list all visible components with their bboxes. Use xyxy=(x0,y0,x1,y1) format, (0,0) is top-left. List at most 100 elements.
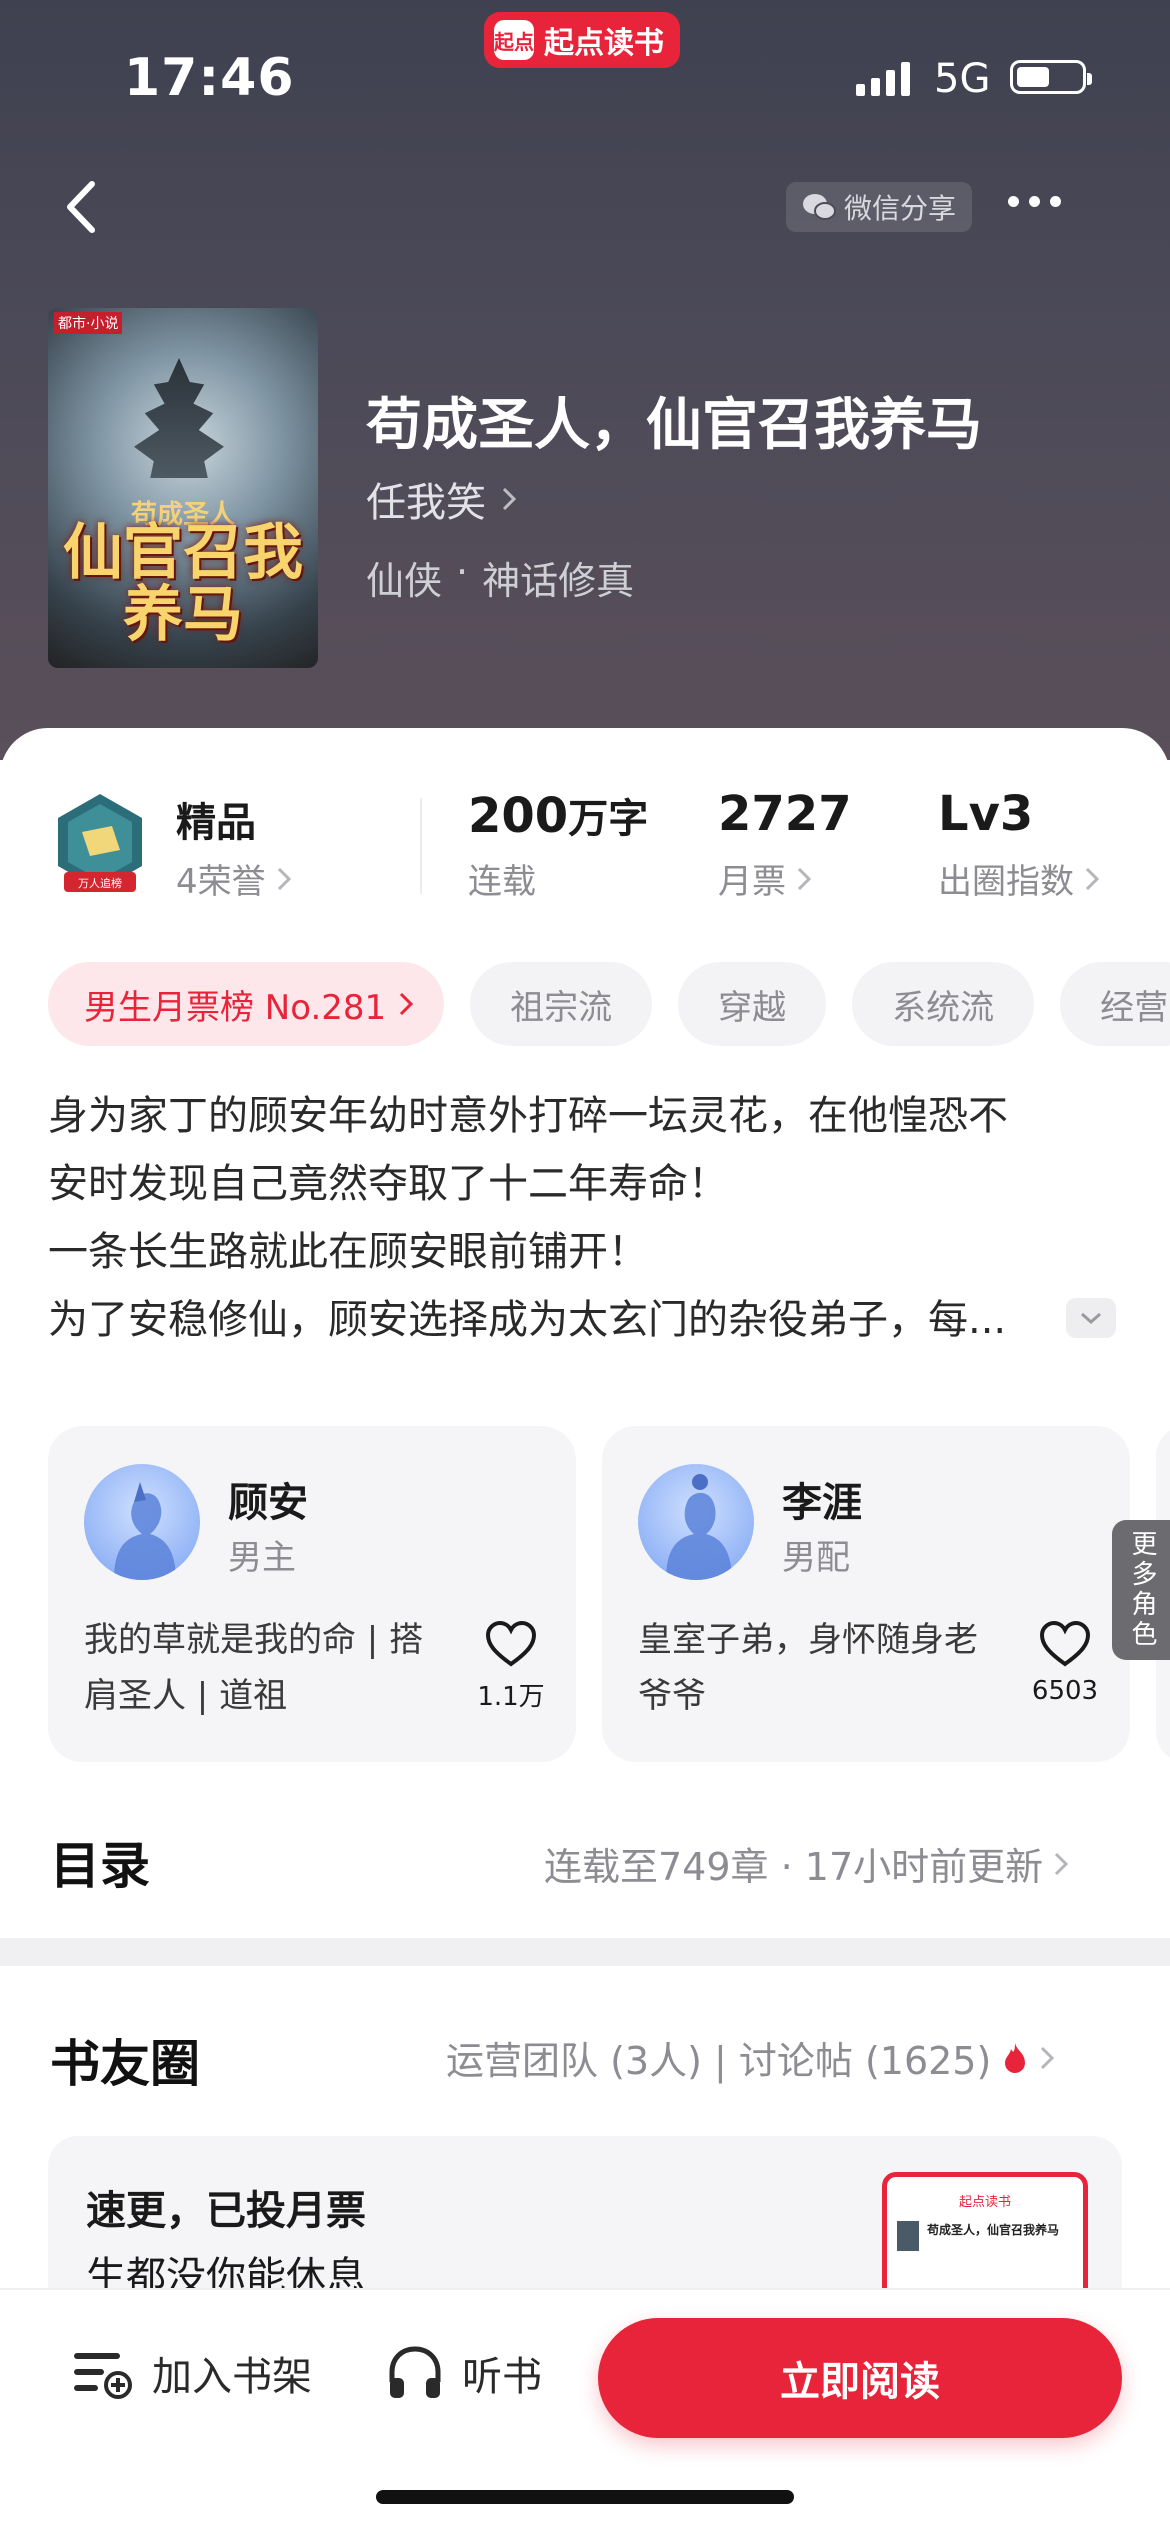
tag-row[interactable]: 男生月票榜 No.281 祖宗流 穿越 系统流 经营 xyxy=(48,962,1170,1046)
more-roles-label: 更多角色 xyxy=(1127,1530,1157,1650)
community-link[interactable]: 运营团队 (3人) | 讨论帖 (1625) xyxy=(446,2030,1055,2085)
word-count: 200万字 xyxy=(468,786,648,844)
circle-index-value: Lv3 xyxy=(938,786,1034,842)
divider xyxy=(420,798,422,894)
heart-icon xyxy=(485,1620,537,1667)
character-desc: 我的草就是我的命 | 搭肩圣人 | 道祖 xyxy=(84,1620,424,1716)
chevron-right-icon xyxy=(277,867,291,890)
avatar xyxy=(84,1464,200,1580)
monthly-votes[interactable]: 2727 xyxy=(718,786,852,842)
add-to-shelf-button[interactable]: 加入书架 xyxy=(70,2344,312,2402)
synopsis[interactable]: 身为家丁的顾安年幼时意外打碎一坛灵花，在他惶恐不 安时发现自己竟然夺取了十二年寿… xyxy=(48,1082,1128,1354)
like-button[interactable]: 1.1万 xyxy=(476,1620,546,1713)
honors-link[interactable]: 4荣誉 xyxy=(176,854,292,903)
catalog-meta: 连载至749章 · 17小时前更新 xyxy=(544,1845,1044,1889)
app-logo-icon: 起点 xyxy=(494,20,534,60)
tag-chip[interactable]: 经营 xyxy=(1060,962,1170,1046)
section-divider xyxy=(0,1938,1170,1966)
share-label: 微信分享 xyxy=(843,192,956,225)
thumb-book-title: 苟成圣人，仙官召我养马 xyxy=(927,2223,1060,2237)
cover-title-large: 仙官召我养马 xyxy=(63,518,303,650)
signal-icon xyxy=(856,62,910,96)
network-type: 5G xyxy=(934,56,991,102)
monthly-votes-link[interactable]: 月票 xyxy=(718,854,812,903)
quality-value: 精品 xyxy=(176,800,256,846)
tag-chip[interactable]: 穿越 xyxy=(678,962,827,1046)
chevron-left-icon xyxy=(67,181,95,233)
chevron-right-icon xyxy=(797,867,812,890)
status-time: 17:46 xyxy=(124,48,295,108)
word-count-value: 200 xyxy=(468,788,569,844)
wechat-share-button[interactable]: 微信分享 xyxy=(786,182,972,232)
monthly-votes-label: 月票 xyxy=(718,862,786,902)
book-title: 苟成圣人，仙官召我养马 xyxy=(366,393,982,458)
app-badge: 起点 起点读书 xyxy=(484,12,680,68)
more-roles-button[interactable]: 更多角色 xyxy=(1112,1520,1170,1660)
book-cover[interactable]: 都市·小说 苟成圣人 仙官召我养马 xyxy=(48,308,318,668)
genre: 仙侠 xyxy=(366,559,443,603)
fire-icon xyxy=(1005,2042,1026,2073)
listen-label: 听书 xyxy=(462,2354,542,2400)
author-link[interactable]: 任我笑 xyxy=(366,470,518,528)
chevron-right-icon xyxy=(400,992,414,1016)
more-button[interactable] xyxy=(1008,196,1061,207)
catalog-title: 目录 xyxy=(50,1837,150,1895)
home-indicator xyxy=(376,2490,794,2504)
wechat-icon xyxy=(802,194,836,220)
character-role: 男配 xyxy=(782,1538,850,1578)
genre-line: 仙侠 · 神话修真 xyxy=(366,550,634,605)
subgenre: 神话修真 xyxy=(482,559,635,603)
community-meta: 运营团队 (3人) | 讨论帖 (1625) xyxy=(446,2039,992,2083)
synopsis-line: 身为家丁的顾安年幼时意外打碎一坛灵花，在他惶恐不 xyxy=(48,1093,1008,1139)
svg-text:万人追榜: 万人追榜 xyxy=(78,876,122,890)
expand-synopsis-button[interactable] xyxy=(1066,1298,1116,1338)
chevron-right-icon xyxy=(1055,1852,1069,1875)
rank-label: 男生月票榜 No.281 xyxy=(84,987,387,1028)
serial-status: 连载 xyxy=(468,862,536,902)
rank-chip[interactable]: 男生月票榜 No.281 xyxy=(48,962,445,1046)
chevron-right-icon xyxy=(1085,867,1100,890)
character-name: 顾安 xyxy=(228,1480,308,1526)
circle-index[interactable]: Lv3 xyxy=(938,786,1033,842)
character-name: 李涯 xyxy=(782,1480,862,1526)
tag-chip[interactable]: 系统流 xyxy=(852,962,1035,1046)
synopsis-line: 一条长生路就此在顾安眼前铺开！ xyxy=(48,1229,648,1275)
like-button[interactable]: 6503 xyxy=(1030,1620,1100,1706)
battery-icon xyxy=(1010,60,1092,94)
tag-chip[interactable]: 祖宗流 xyxy=(470,962,653,1046)
monthly-votes-value: 2727 xyxy=(718,786,852,842)
headphones-icon xyxy=(389,2346,441,2398)
quality-badge-icon: 万人追榜 xyxy=(50,790,150,900)
post-title: 速更，已投月票 xyxy=(86,2188,366,2234)
cover-tower-art xyxy=(134,358,224,478)
character-card[interactable]: 李涯 男配 皇室子弟，身怀随身老爷爷 6503 xyxy=(602,1426,1130,1762)
heart-icon xyxy=(1039,1620,1091,1667)
circle-index-label: 出圈指数 xyxy=(938,862,1074,902)
thumb-header: 起点读书 xyxy=(958,2195,1011,2210)
thumb-book: 苟成圣人，仙官召我养马 xyxy=(897,2221,1067,2261)
word-count-unit: 万字 xyxy=(568,796,649,842)
community-title: 书友圈 xyxy=(50,2035,200,2093)
character-role: 男主 xyxy=(228,1538,296,1578)
thumb-cover xyxy=(897,2221,919,2251)
chevron-down-icon xyxy=(1081,1312,1101,1325)
honors-label: 4荣誉 xyxy=(176,862,266,902)
chevron-right-icon xyxy=(502,487,517,511)
like-count: 6503 xyxy=(1031,1676,1099,1706)
listen-button[interactable]: 听书 xyxy=(386,2344,542,2402)
character-card[interactable]: 顾安 男主 我的草就是我的命 | 搭肩圣人 | 道祖 1.1万 xyxy=(48,1426,576,1762)
read-now-button[interactable]: 立即阅读 xyxy=(598,2318,1122,2438)
add-shelf-icon xyxy=(74,2353,132,2399)
chevron-right-icon xyxy=(1041,2046,1055,2069)
catalog-link[interactable]: 连载至749章 · 17小时前更新 xyxy=(544,1836,1069,1891)
author-name: 任我笑 xyxy=(366,480,486,526)
avatar xyxy=(638,1464,754,1580)
circle-index-link[interactable]: 出圈指数 xyxy=(938,854,1100,903)
back-button[interactable] xyxy=(58,172,108,242)
app-name: 起点读书 xyxy=(544,26,664,61)
genre-separator: · xyxy=(456,550,469,594)
synopsis-line: 为了安稳修仙，顾安选择成为太玄门的杂役弟子，每... xyxy=(48,1297,1007,1343)
like-count: 1.1万 xyxy=(477,1682,545,1712)
character-desc: 皇室子弟，身怀随身老爷爷 xyxy=(638,1620,978,1716)
add-to-shelf-label: 加入书架 xyxy=(152,2354,312,2400)
